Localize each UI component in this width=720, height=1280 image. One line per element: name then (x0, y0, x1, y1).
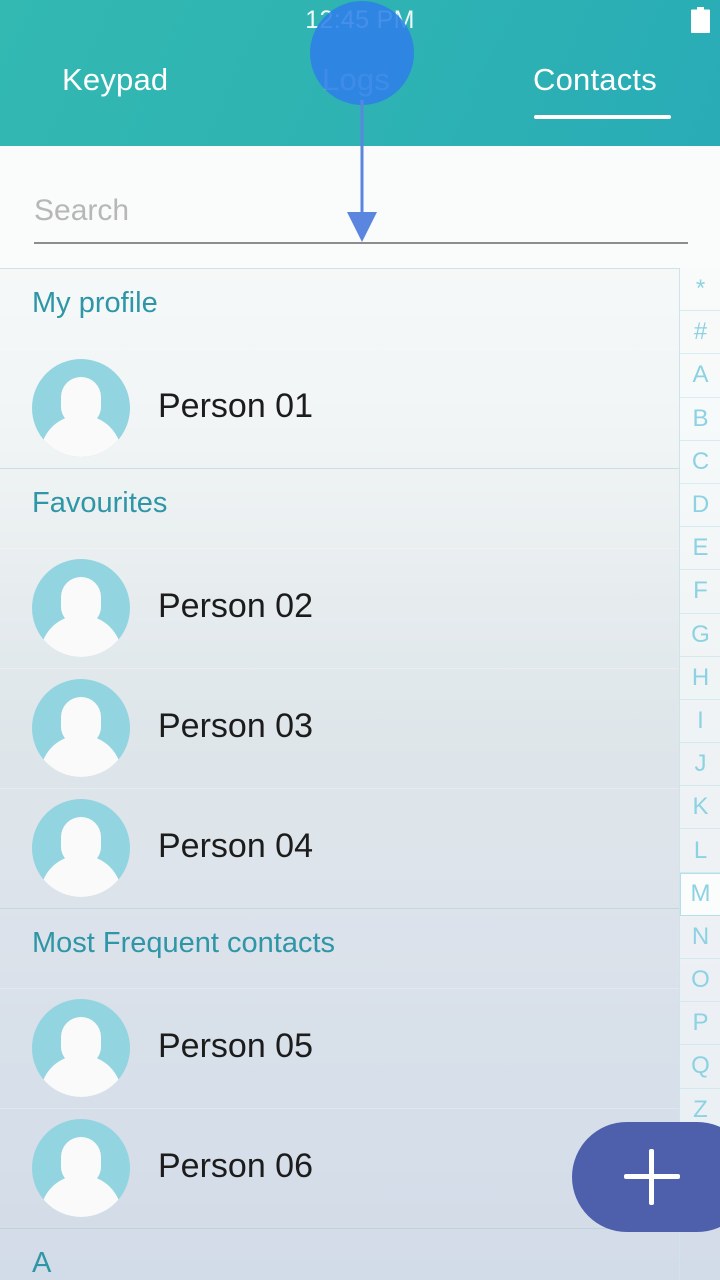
search-area (0, 146, 720, 268)
status-bar-time: 12:45 PM (305, 6, 415, 34)
contacts-screen: 12:45 PM Keypad Logs Contacts My profile… (0, 0, 720, 1280)
index-item-hash[interactable]: # (680, 311, 720, 355)
index-item-b[interactable]: B (680, 397, 720, 441)
contact-row[interactable]: Person 04 (0, 788, 679, 908)
index-item-star[interactable]: * (680, 268, 720, 312)
person-avatar-icon (32, 559, 130, 657)
contact-name: Person 02 (158, 587, 313, 625)
add-contact-button[interactable] (572, 1122, 720, 1232)
index-item-m[interactable]: M (680, 872, 720, 916)
person-avatar-icon (32, 679, 130, 777)
index-item-n[interactable]: N (680, 915, 720, 959)
contact-row[interactable]: Person 03 (0, 668, 679, 788)
index-item-d[interactable]: D (680, 483, 720, 528)
index-item-g[interactable]: G (680, 613, 720, 657)
section-title: My profile (32, 287, 158, 319)
contact-row[interactable]: Person 01 (0, 348, 679, 468)
contact-name: Person 05 (158, 1027, 313, 1065)
battery-icon (691, 7, 710, 33)
person-avatar-icon (32, 999, 130, 1097)
index-item-i[interactable]: I (680, 699, 720, 744)
section-header: Most Frequent contacts (0, 908, 679, 988)
contact-list[interactable]: My profile Person 01 Favourites Person 02 Pe… (0, 268, 679, 1280)
index-item-a[interactable]: A (680, 354, 720, 398)
contact-name: Person 04 (158, 827, 313, 865)
person-avatar-icon (32, 359, 130, 457)
tab-contacts[interactable]: Contacts (533, 62, 657, 98)
index-item-o[interactable]: O (680, 959, 720, 1003)
contact-name: Person 06 (158, 1147, 313, 1185)
index-item-h[interactable]: H (680, 656, 720, 700)
tab-keypad[interactable]: Keypad (62, 62, 168, 98)
contact-name: Person 01 (158, 387, 313, 425)
index-item-p[interactable]: P (680, 1002, 720, 1046)
plus-icon (624, 1149, 680, 1205)
index-item-q[interactable]: Q (680, 1045, 720, 1089)
tab-selected-indicator (534, 115, 671, 119)
app-header: 12:45 PM Keypad Logs Contacts (0, 0, 720, 146)
index-item-k[interactable]: K (680, 786, 720, 830)
index-item-l[interactable]: L (680, 829, 720, 873)
section-title: A (32, 1247, 52, 1279)
tab-bar: Keypad Logs Contacts (0, 62, 720, 132)
index-item-c[interactable]: C (680, 440, 720, 484)
section-title: Favourites (32, 487, 168, 519)
tab-logs[interactable]: Logs (322, 62, 390, 98)
section-header: A (0, 1228, 679, 1280)
section-header: Favourites (0, 468, 679, 548)
person-avatar-icon (32, 1119, 130, 1217)
person-avatar-icon (32, 799, 130, 897)
index-item-e[interactable]: E (680, 527, 720, 571)
section-title: Most Frequent contacts (32, 927, 336, 959)
section-header: My profile (0, 268, 679, 348)
search-input[interactable] (34, 186, 686, 236)
index-item-f[interactable]: F (680, 570, 720, 614)
contact-name: Person 03 (158, 707, 313, 745)
contact-row[interactable]: Person 05 (0, 988, 679, 1108)
contact-row[interactable]: Person 02 (0, 548, 679, 668)
index-item-j[interactable]: J (680, 743, 720, 787)
search-underline (34, 242, 688, 244)
